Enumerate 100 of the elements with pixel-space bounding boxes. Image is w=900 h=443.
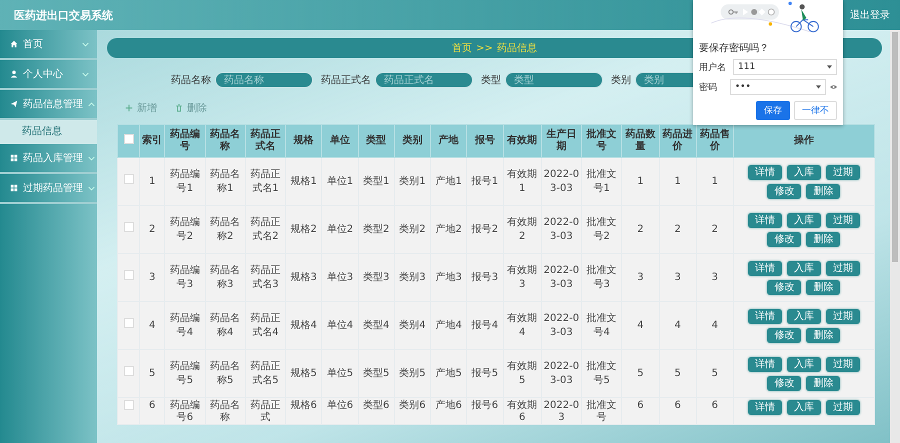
username-field[interactable]: 111 <box>733 59 837 75</box>
row-checkbox[interactable] <box>124 400 134 410</box>
table-cell: 2022-03-03 <box>541 206 582 254</box>
table-header-cell: 生产日期 <box>541 124 582 158</box>
sidebar-item[interactable]: 药品入库管理 <box>0 144 97 174</box>
action-button[interactable]: 删除 <box>806 376 840 390</box>
table-cell: 类型4 <box>358 302 394 350</box>
action-button[interactable]: 过期 <box>826 260 860 276</box>
table-cell: 6 <box>696 398 734 424</box>
action-button[interactable]: 详情 <box>748 356 782 372</box>
table-cell: 产地4 <box>430 302 467 350</box>
row-checkbox[interactable] <box>124 318 134 328</box>
row-checkbox[interactable] <box>124 222 134 232</box>
action-button[interactable]: 详情 <box>748 164 782 180</box>
action-button[interactable]: 修改 <box>767 280 802 294</box>
action-button[interactable]: 删除 <box>806 280 840 294</box>
action-button[interactable]: 过期 <box>826 212 860 228</box>
table-cell: 类别4 <box>394 302 431 350</box>
search-field[interactable]: 药品名称 <box>215 72 313 88</box>
table-cell: 报号3 <box>466 254 503 302</box>
table-cell: 4 <box>659 302 696 350</box>
action-button[interactable]: 详情 <box>748 260 782 276</box>
table-cell: 5 <box>140 350 165 398</box>
add-button[interactable]: 新增 <box>125 101 157 115</box>
table-cell: 药品编号3 <box>164 254 206 302</box>
action-button[interactable]: 详情 <box>748 308 782 324</box>
password-field[interactable]: ••• <box>730 79 826 95</box>
sidebar-subitem[interactable]: 药品信息 <box>0 120 97 144</box>
sidebar-item[interactable]: 首页 <box>0 30 97 60</box>
search-field[interactable]: 药品正式名 <box>375 72 473 88</box>
table-header-cell: 药品进价 <box>659 124 696 158</box>
search-label: 类型 <box>481 74 501 87</box>
table-cell: 5 <box>696 350 734 398</box>
table-cell: 药品编号6 <box>164 398 206 424</box>
table-cell: 类别3 <box>394 254 431 302</box>
table-cell: 类别1 <box>394 158 431 206</box>
row-checkbox[interactable] <box>124 270 134 280</box>
action-button[interactable]: 入库 <box>786 356 821 372</box>
action-button[interactable]: 过期 <box>826 400 860 415</box>
caret-icon <box>816 85 821 89</box>
action-button[interactable]: 入库 <box>786 260 821 276</box>
eye-icon[interactable] <box>830 84 837 90</box>
table-cell: 2 <box>140 206 165 254</box>
table-cell: 规格6 <box>286 398 322 424</box>
sidebar-item[interactable]: 个人中心 <box>0 60 97 90</box>
search-label: 药品名称 <box>171 74 211 87</box>
action-button[interactable]: 修改 <box>767 328 802 342</box>
action-button[interactable]: 删除 <box>806 184 840 198</box>
action-button[interactable]: 过期 <box>826 164 860 180</box>
table-header-cell: 报号 <box>466 124 503 158</box>
table-header-cell: 药品正式名 <box>245 124 286 158</box>
action-button[interactable]: 过期 <box>826 308 860 324</box>
action-button[interactable]: 详情 <box>748 400 782 415</box>
save-button[interactable]: 保存 <box>756 101 790 120</box>
delete-button[interactable]: 删除 <box>175 101 207 115</box>
action-button[interactable]: 过期 <box>826 356 860 372</box>
table-cell: 药品正式名4 <box>245 302 286 350</box>
chevron-icon <box>88 186 95 190</box>
field-label: 用户名 <box>699 62 727 74</box>
action-button[interactable]: 修改 <box>767 184 802 198</box>
table-header-cell: 索引 <box>140 124 165 158</box>
table-cell: 5 <box>622 350 660 398</box>
table-cell: 药品正式名5 <box>245 350 286 398</box>
never-button[interactable]: 一律不 <box>794 101 837 120</box>
table-cell: 药品编号1 <box>164 158 206 206</box>
table-cell: 类型1 <box>358 158 394 206</box>
scrollbar[interactable] <box>890 30 900 443</box>
logout-link[interactable]: 退出登录 <box>850 8 890 22</box>
home-icon <box>10 40 18 48</box>
table-cell: 药品名称3 <box>205 254 246 302</box>
search-field[interactable]: 类型 <box>505 72 603 88</box>
table-cell: 2 <box>659 206 696 254</box>
action-button[interactable]: 入库 <box>786 164 821 180</box>
table-cell: 药品正式 <box>245 398 286 424</box>
action-button[interactable]: 修改 <box>767 376 802 390</box>
sidebar-item[interactable]: 过期药品管理 <box>0 174 97 204</box>
action-button[interactable]: 详情 <box>748 212 782 228</box>
row-checkbox[interactable] <box>124 366 134 376</box>
table-cell: 产地5 <box>430 350 467 398</box>
table-cell: 1 <box>622 158 660 206</box>
action-button[interactable]: 入库 <box>786 212 821 228</box>
action-button[interactable]: 入库 <box>786 400 821 415</box>
action-button[interactable]: 删除 <box>806 328 840 342</box>
table-cell: 批准文号3 <box>582 254 622 302</box>
table-cell: 2 <box>696 206 734 254</box>
table-header-cell: 单位 <box>322 124 358 158</box>
table-cell: 6 <box>659 398 696 424</box>
table-cell: 2022-03-03 <box>541 158 582 206</box>
table-cell: 药品名称1 <box>205 158 246 206</box>
action-button[interactable]: 入库 <box>786 308 821 324</box>
action-button[interactable]: 删除 <box>806 232 840 246</box>
row-checkbox[interactable] <box>124 174 134 184</box>
table-cell: 有效期2 <box>503 206 542 254</box>
table-cell: 2022-03-03 <box>541 254 582 302</box>
table-header-cell: 类型 <box>358 124 394 158</box>
table-cell: 4 <box>622 302 660 350</box>
table-cell: 规格5 <box>286 350 322 398</box>
action-button[interactable]: 修改 <box>767 232 802 246</box>
table-cell: 产地2 <box>430 206 467 254</box>
select-all-checkbox[interactable] <box>124 134 134 144</box>
